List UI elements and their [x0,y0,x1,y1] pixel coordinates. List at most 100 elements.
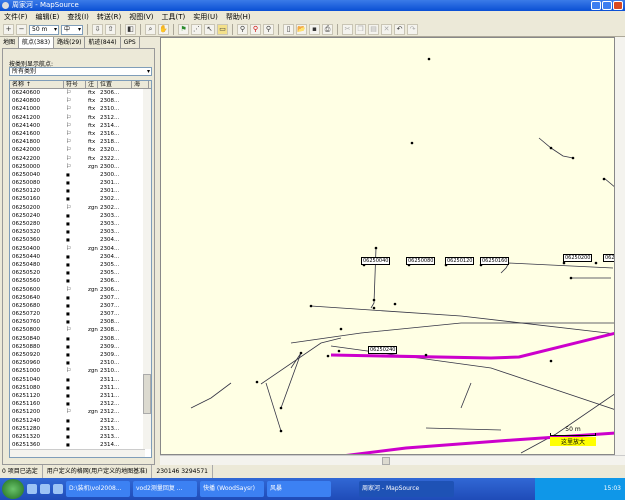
map-waypoint-label[interactable]: 06250200 [563,254,593,262]
table-row[interactable]: 06241400 ⚐ ftx 2314... [10,122,151,130]
table-row[interactable]: 06250160 ■ 2302... [10,195,151,203]
table-row[interactable]: 06251040 ■ 2311... [10,376,151,384]
map-vertical-scrollbar[interactable] [615,37,625,455]
send-to-device-icon[interactable]: ⇧ [105,24,116,35]
table-row[interactable]: 06251120 ■ 2311... [10,392,151,400]
menu-transfer[interactable]: 转送(R) [97,11,121,23]
map-waypoint-label[interactable]: 06250160 [480,257,510,265]
zoom-scale-select[interactable]: 50 m [29,24,59,35]
close-button[interactable] [613,1,623,10]
waypoint-tool-icon[interactable]: ⚑ [178,24,189,35]
table-row[interactable]: 06250200 ⚐ zgn 2302... [10,204,151,212]
table-row[interactable]: 06242000 ⚐ ftx 2320... [10,146,151,154]
zoom-tool-icon[interactable]: ⌕ [145,24,156,35]
zoom-hint[interactable]: 这里放大 [550,437,596,446]
table-row[interactable]: 06250640 ■ 2307... [10,294,151,302]
paste-icon[interactable]: ▤ [368,24,379,35]
map-waypoint-label[interactable]: 062 [603,254,614,262]
table-row[interactable]: 06241200 ⚐ ftx 2312... [10,114,151,122]
table-row[interactable]: 06251280 ■ 2313... [10,425,151,433]
minimize-button[interactable] [591,1,601,10]
table-row[interactable]: 06250840 ■ 2308... [10,335,151,343]
map-waypoint-label[interactable]: 06250040 [361,257,391,265]
menu-utility[interactable]: 实用(U) [193,11,218,23]
table-row[interactable]: 06250880 ■ 2309... [10,343,151,351]
column-position[interactable]: 位置 [98,81,132,88]
table-row[interactable]: 06250360 ■ 2304... [10,236,151,244]
menu-file[interactable]: 文件(F) [4,11,28,23]
measure-tool-icon[interactable]: ▭ [217,24,228,35]
table-row[interactable]: 06250800 ⚐ zgn 2308... [10,326,151,334]
table-row[interactable]: 06251200 ⚐ zgn 2312... [10,408,151,416]
delete-icon[interactable]: ✕ [381,24,392,35]
table-row[interactable]: 06241800 ⚐ ftx 2318... [10,138,151,146]
zoom-out-icon[interactable]: − [16,24,27,35]
table-row[interactable]: 06250480 ■ 2305... [10,261,151,269]
copy-icon[interactable]: ❐ [355,24,366,35]
tab-gps[interactable]: GPS [121,37,140,48]
column-name[interactable]: 名称 ↑ [10,81,64,88]
table-row[interactable]: 06250520 ■ 2305... [10,269,151,277]
table-row[interactable]: 06250680 ■ 2307... [10,302,151,310]
menu-view[interactable]: 视图(V) [129,11,153,23]
table-row[interactable]: 06251240 ■ 2312... [10,417,151,425]
cut-icon[interactable]: ✂ [342,24,353,35]
taskbar-item-active[interactable]: 周家河 - MapSource [359,481,454,497]
tab-tracks[interactable]: 航迹(844) [85,37,121,48]
column-note[interactable]: 注 [86,81,98,88]
hand-tool-icon[interactable]: ✋ [158,24,169,35]
maximize-button[interactable] [602,1,612,10]
save-icon[interactable]: ▪ [309,24,320,35]
table-row[interactable]: 06240600 ⚐ ftx 2306... [10,89,151,97]
menu-help[interactable]: 帮助(H) [226,11,251,23]
table-row[interactable]: 06250320 ■ 2303... [10,228,151,236]
map-waypoint-label[interactable]: 06250080 [406,257,436,265]
undo-icon[interactable]: ↶ [394,24,405,35]
taskbar-item[interactable]: 快播 (WoodSaysr) [200,481,264,497]
table-row[interactable]: 06241000 ⚐ ftx 2310... [10,105,151,113]
column-symbol[interactable]: 符号 [64,81,86,88]
open-file-icon[interactable]: 📂 [296,24,307,35]
list-horizontal-scrollbar[interactable] [10,449,145,457]
select-tool-icon[interactable]: ↖ [204,24,215,35]
taskbar-item[interactable]: D:\装机\vol2008... [66,481,130,497]
quicklaunch-ie-icon[interactable] [27,484,37,494]
map-horizontal-scrollbar[interactable] [160,455,625,465]
table-row[interactable]: 06250240 ■ 2303... [10,212,151,220]
tab-map[interactable]: 地图 [0,37,20,48]
zoom-in-icon[interactable]: + [3,24,14,35]
receive-from-device-icon[interactable]: ⇩ [92,24,103,35]
quicklaunch-icon[interactable] [53,484,63,494]
table-row[interactable]: 06250920 ■ 2309... [10,351,151,359]
table-row[interactable]: 06250400 ⚐ zgn 2304... [10,245,151,253]
find-nearest-icon[interactable]: ⚲ [250,24,261,35]
quicklaunch-icon[interactable] [40,484,50,494]
tab-waypoints[interactable]: 航点(383) [19,37,55,48]
list-vertical-scrollbar[interactable] [143,89,151,449]
category-select[interactable]: 所有类别 [9,67,152,76]
table-row[interactable]: 06250000 ⚐ zgn 2300... [10,163,151,171]
new-file-icon[interactable]: ▯ [283,24,294,35]
table-row[interactable]: 06242200 ⚐ ftx 2322... [10,155,151,163]
table-row[interactable]: 06250560 ■ 2306... [10,277,151,285]
table-row[interactable]: 06250960 ■ 2310... [10,359,151,367]
table-row[interactable]: 06251000 ⚐ zgn 2310... [10,367,151,375]
find-next-icon[interactable]: ⚲ [263,24,274,35]
menu-find[interactable]: 查找(I) [67,11,89,23]
table-row[interactable]: 06250280 ■ 2303... [10,220,151,228]
detail-select[interactable]: 中 [61,24,83,35]
start-button[interactable] [2,479,24,499]
map-view[interactable]: 06250040 06250080 06250120 06250160 0625… [160,37,615,455]
print-icon[interactable]: ⎙ [322,24,333,35]
table-row[interactable]: 06240800 ⚐ ftx 2308... [10,97,151,105]
taskbar-item[interactable]: vod2测量回复 ... [133,481,197,497]
table-row[interactable]: 06250120 ■ 2301... [10,187,151,195]
tab-routes[interactable]: 路线(29) [54,37,86,48]
column-altitude[interactable]: 海 [132,81,149,88]
table-row[interactable]: 06250080 ■ 2301... [10,179,151,187]
map-product-icon[interactable]: ◧ [125,24,136,35]
table-row[interactable]: 06241600 ⚐ ftx 2316... [10,130,151,138]
table-row[interactable]: 06250040 ■ 2300... [10,171,151,179]
menu-edit[interactable]: 编辑(E) [36,11,60,23]
taskbar-item[interactable]: 风暴 [267,481,331,497]
